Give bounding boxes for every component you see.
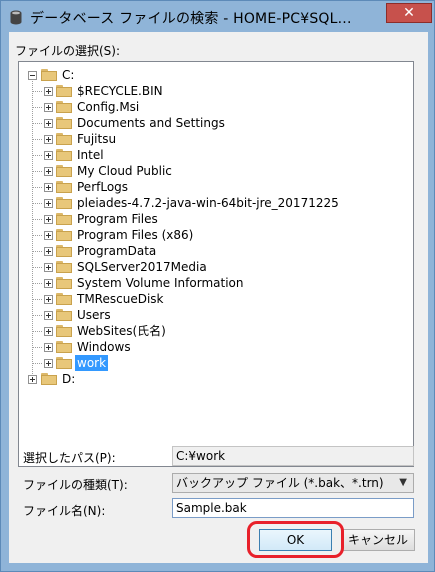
tree-node-label: Config.Msi [77, 100, 140, 114]
folder-icon [56, 229, 72, 241]
tree-node-folder[interactable]: PerfLogs [19, 179, 409, 195]
dialog-window: データベース ファイルの検索 - HOME-PC¥SQL... ✕ ファイルの選… [0, 0, 435, 572]
file-type-label: ファイルの種類(T): [23, 478, 128, 492]
tree-node-folder[interactable]: System Volume Information [19, 275, 409, 291]
expand-icon[interactable] [44, 119, 53, 128]
tree-node-label: work [75, 355, 109, 371]
expand-icon[interactable] [44, 183, 53, 192]
file-name-label: ファイル名(N): [23, 504, 106, 518]
tree-node-folder[interactable]: Windows [19, 339, 409, 355]
folder-icon [56, 197, 72, 209]
tree-node-label: C: [62, 68, 75, 82]
folder-icon [56, 293, 72, 305]
tree-node-folder[interactable]: My Cloud Public [19, 163, 409, 179]
chevron-down-icon: ▼ [399, 477, 407, 488]
tree-node-label: TMRescueDisk [77, 292, 164, 306]
expand-icon[interactable] [44, 231, 53, 240]
expand-icon[interactable] [44, 135, 53, 144]
tree-node-label: Fujitsu [77, 132, 117, 146]
tree-node-folder[interactable]: WebSites(氏名) [19, 323, 409, 339]
expand-icon[interactable] [44, 295, 53, 304]
close-button[interactable]: ✕ [386, 3, 432, 23]
file-type-value: バックアップ ファイル (*.bak、*.trn) [176, 476, 384, 490]
tree-node-folder[interactable]: ProgramData [19, 243, 409, 259]
database-icon [10, 10, 22, 25]
expand-icon[interactable] [44, 167, 53, 176]
cancel-button[interactable]: キャンセル [341, 529, 415, 551]
title-bar[interactable]: データベース ファイルの検索 - HOME-PC¥SQL... ✕ [2, 2, 433, 32]
tree-node-label: WebSites(氏名) [77, 324, 166, 338]
tree-node-label: Windows [77, 340, 131, 354]
tree-node-folder[interactable]: Program Files [19, 211, 409, 227]
folder-icon [56, 341, 72, 353]
expand-icon[interactable] [44, 215, 53, 224]
folder-tree[interactable]: C: $RECYCLE.BIN Config.Msi Documents and S… [18, 61, 414, 467]
folder-icon [56, 261, 72, 273]
expand-icon[interactable] [44, 151, 53, 160]
folder-icon [56, 85, 72, 97]
tree-node-folder[interactable]: $RECYCLE.BIN [19, 83, 409, 99]
window-title: データベース ファイルの検索 - HOME-PC¥SQL... [30, 11, 352, 27]
folder-icon [56, 181, 72, 193]
tree-node-label: Program Files (x86) [77, 228, 194, 242]
tree-node-folder[interactable]: Program Files (x86) [19, 227, 409, 243]
folder-icon [41, 69, 57, 81]
file-select-label: ファイルの選択(S): [15, 44, 121, 58]
tree-node-label: $RECYCLE.BIN [77, 84, 163, 98]
folder-icon [56, 133, 72, 145]
expand-icon[interactable] [44, 343, 53, 352]
file-name-input[interactable]: Sample.bak [172, 498, 414, 518]
annotation-highlight [247, 521, 344, 558]
tree-node-label: Program Files [77, 212, 158, 226]
tree-node-folder[interactable]: SQLServer2017Media [19, 259, 409, 275]
expand-icon[interactable] [44, 311, 53, 320]
tree-node-folder[interactable]: Config.Msi [19, 99, 409, 115]
expand-icon[interactable] [44, 279, 53, 288]
file-type-select[interactable]: バックアップ ファイル (*.bak、*.trn) ▼ [172, 473, 414, 493]
expand-icon[interactable] [44, 103, 53, 112]
expand-icon[interactable] [44, 199, 53, 208]
folder-icon [56, 325, 72, 337]
folder-icon [56, 101, 72, 113]
selected-path-field: C:¥work [172, 446, 414, 466]
folder-icon [56, 245, 72, 257]
tree-node-label: Intel [77, 148, 104, 162]
expand-icon[interactable] [44, 263, 53, 272]
tree-node-label: SQLServer2017Media [77, 260, 207, 274]
folder-icon [56, 357, 72, 369]
folder-icon [56, 149, 72, 161]
folder-icon [56, 277, 72, 289]
tree-node-label: System Volume Information [77, 276, 244, 290]
expand-icon[interactable] [44, 327, 53, 336]
collapse-icon[interactable] [28, 71, 37, 80]
tree-node-folder[interactable]: Fujitsu [19, 131, 409, 147]
expand-icon[interactable] [28, 375, 37, 384]
tree-node-label: ProgramData [77, 244, 157, 258]
tree-node-label: D: [62, 372, 76, 386]
tree-node-drive-d[interactable]: D: [19, 371, 409, 387]
tree-node-folder[interactable]: Intel [19, 147, 409, 163]
tree-node-label: pleiades-4.7.2-java-win-64bit-jre_201712… [77, 196, 339, 210]
tree-node-folder[interactable]: work [19, 355, 409, 371]
tree-node-folder[interactable]: Documents and Settings [19, 115, 409, 131]
folder-icon [56, 213, 72, 225]
folder-icon [41, 373, 57, 385]
dialog-body: ファイルの選択(S): C: $RECYCLE.BIN Config.Msi Doc… [9, 32, 428, 563]
selected-path-label: 選択したパス(P): [23, 451, 116, 465]
expand-icon[interactable] [44, 359, 53, 368]
folder-icon [56, 309, 72, 321]
tree-node-folder[interactable]: Users [19, 307, 409, 323]
tree-node-label: My Cloud Public [77, 164, 172, 178]
expand-icon[interactable] [44, 247, 53, 256]
tree-node-label: Users [77, 308, 111, 322]
tree-node-label: Documents and Settings [77, 116, 225, 130]
tree-node-folder[interactable]: pleiades-4.7.2-java-win-64bit-jre_201712… [19, 195, 409, 211]
expand-icon[interactable] [44, 87, 53, 96]
folder-icon [56, 117, 72, 129]
folder-icon [56, 165, 72, 177]
tree-node-folder[interactable]: TMRescueDisk [19, 291, 409, 307]
tree-node-label: PerfLogs [77, 180, 129, 194]
tree-node-drive-c[interactable]: C: [19, 67, 409, 83]
